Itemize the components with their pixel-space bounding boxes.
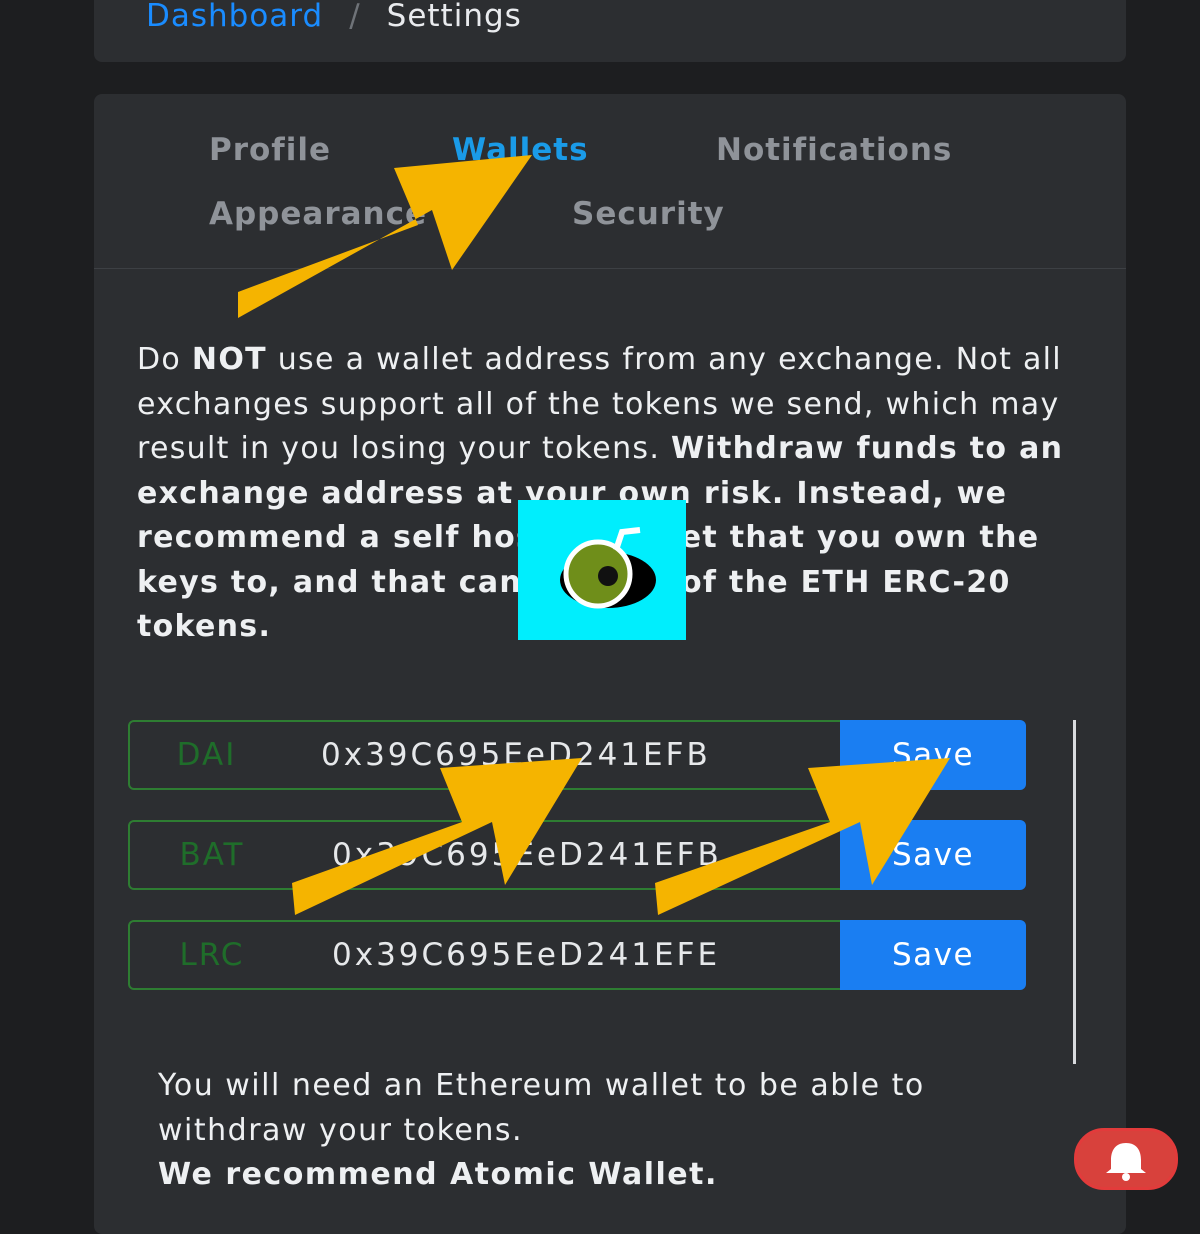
- bell-icon: [1106, 1143, 1146, 1181]
- logo-icon: [518, 500, 686, 640]
- watermark-logo: [560, 527, 656, 609]
- notification-bell-button[interactable]: [1074, 1128, 1178, 1190]
